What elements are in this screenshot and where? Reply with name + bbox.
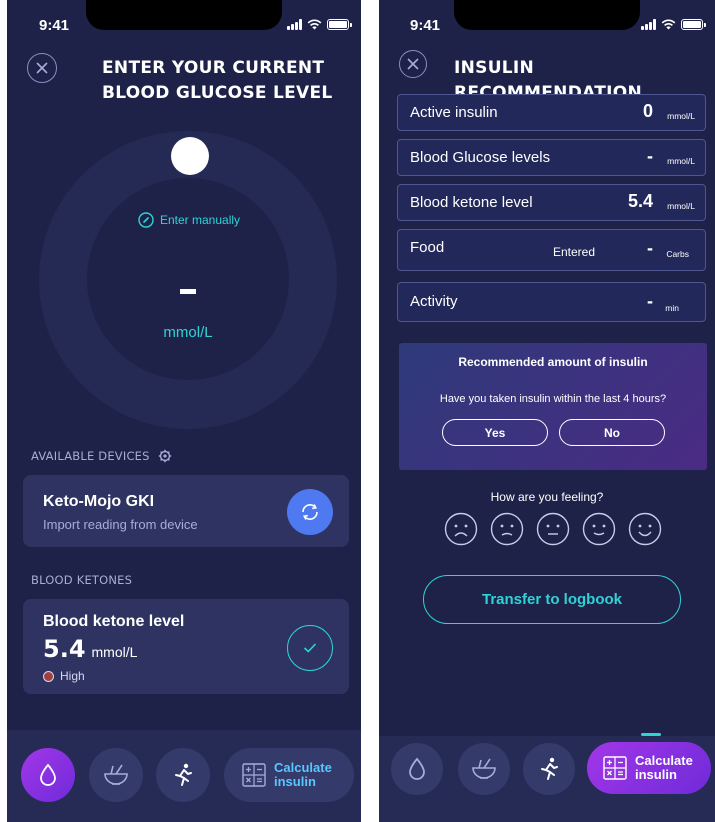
feeling-label: How are you feeling? [490, 490, 604, 504]
nav-glucose-button[interactable] [21, 748, 75, 802]
enter-manually-label: Enter manually [160, 213, 241, 227]
field-value: 5.4 [627, 191, 653, 211]
calculate-insulin-button[interactable]: Calculate insulin [587, 742, 711, 794]
field-unit: mmol/L [667, 111, 695, 121]
field-value: - [647, 146, 653, 166]
recommendation-title: Recommended amount of insulin [458, 355, 648, 369]
close-button[interactable] [399, 50, 427, 78]
gear-icon[interactable] [158, 449, 172, 463]
recommendation-card: Recommended amount of insulin Have you t… [399, 343, 707, 470]
bowl-icon [472, 758, 496, 779]
sad-face-icon[interactable] [490, 512, 524, 546]
drop-icon [40, 763, 56, 786]
field-label: Active insulin [410, 104, 498, 121]
yes-button[interactable]: Yes [442, 419, 548, 446]
status-time: 9:41 [410, 17, 441, 34]
glucose-entry-screen: 9:41 ENTER YOUR CURRENT BLOOD GLUCOSE LE… [7, 0, 361, 822]
running-icon [175, 763, 192, 786]
field-label: Blood ketone level [410, 194, 533, 211]
nav-glucose-button[interactable] [391, 743, 443, 795]
glucose-value-placeholder [180, 289, 196, 294]
ketone-unit: mmol/L [91, 644, 138, 660]
notch [454, 0, 640, 30]
nav-food-button[interactable] [89, 748, 143, 802]
recommendation-question: Have you taken insulin within the last 4… [439, 393, 667, 405]
field-unit: Carbs [666, 249, 689, 259]
nav-activity-button[interactable] [523, 743, 575, 795]
field-unit: min [665, 303, 679, 313]
insulin-recommendation-screen: 9:41 INSULIN RECOMMENDATION Active insul… [379, 0, 715, 822]
ketone-reading: 5.4 mmol/L [43, 635, 137, 663]
field-value: 0 [642, 101, 653, 121]
status-label: High [60, 669, 85, 683]
calculate-insulin-button[interactable]: Calculate insulin [224, 748, 354, 802]
field-label: Food [410, 239, 445, 256]
no-button[interactable]: No [559, 419, 665, 446]
neutral-face-icon[interactable] [536, 512, 570, 546]
device-name: Keto-Mojo GKI [43, 493, 155, 510]
notch [86, 0, 282, 30]
field-value: - [647, 238, 653, 258]
food-entered-label: Entered [553, 245, 596, 259]
device-subtitle: Import reading from device [43, 517, 198, 532]
calculate-insulin-label: Calculate insulin [274, 760, 332, 789]
calculator-icon [603, 756, 627, 780]
blood-ketones-label: BLOOD KETONES [31, 573, 133, 587]
battery-icon [327, 19, 352, 30]
available-devices-header: AVAILABLE DEVICES [31, 449, 172, 463]
ketone-card-title: Blood ketone level [43, 613, 185, 630]
mood-selector [444, 512, 662, 546]
status-icons [287, 19, 352, 30]
sync-button[interactable] [287, 489, 333, 535]
very-happy-face-icon[interactable] [628, 512, 662, 546]
wifi-icon [307, 19, 322, 30]
field-active-insulin[interactable]: Active insulin 0 mmol/L [397, 94, 706, 131]
confirm-button[interactable] [287, 625, 333, 671]
close-icon [407, 58, 419, 70]
bottom-nav: Calculate insulin [7, 730, 361, 822]
edit-icon [138, 212, 154, 228]
field-unit: mmol/L [667, 201, 695, 211]
battery-icon [681, 19, 706, 30]
available-devices-label: AVAILABLE DEVICES [31, 449, 150, 463]
check-icon [303, 643, 317, 653]
bowl-icon [104, 764, 128, 785]
device-card[interactable]: Keto-Mojo GKI Import reading from device [23, 475, 349, 547]
field-blood-glucose[interactable]: Blood Glucose levels - mmol/L [397, 139, 706, 176]
calculate-insulin-label: Calculate insulin [635, 753, 693, 782]
field-activity[interactable]: Activity - min [397, 282, 706, 322]
sync-icon [302, 504, 318, 520]
glucose-dial-center [87, 178, 289, 380]
field-food[interactable]: Food Entered - Carbs [397, 229, 706, 271]
ketone-value: 5.4 [43, 635, 86, 663]
field-value: - [647, 291, 653, 311]
very-sad-face-icon[interactable] [444, 512, 478, 546]
close-button[interactable] [27, 53, 57, 83]
status-icons [641, 19, 706, 30]
wifi-icon [661, 19, 676, 30]
field-label: Activity [410, 293, 458, 310]
field-label: Blood Glucose levels [410, 149, 551, 166]
transfer-to-logbook-button[interactable]: Transfer to logbook [423, 575, 681, 624]
signal-icon [287, 19, 302, 30]
dial-knob[interactable] [171, 137, 209, 175]
status-dot [43, 670, 54, 682]
happy-face-icon[interactable] [582, 512, 616, 546]
calculator-icon [242, 763, 266, 787]
page-title: ENTER YOUR CURRENT BLOOD GLUCOSE LEVEL [102, 58, 333, 103]
dial-unit: mmol/L [163, 324, 213, 341]
drop-icon [409, 757, 425, 780]
running-icon [541, 757, 558, 780]
ketone-card[interactable]: Blood ketone level 5.4 mmol/L High [23, 599, 349, 694]
field-unit: mmol/L [667, 156, 695, 166]
bottom-nav: Calculate insulin [379, 736, 715, 822]
nav-food-button[interactable] [458, 743, 510, 795]
nav-activity-button[interactable] [156, 748, 210, 802]
enter-manually-link[interactable]: Enter manually [138, 212, 240, 228]
signal-icon [641, 19, 656, 30]
ketone-status: High [43, 669, 85, 683]
status-time: 9:41 [39, 17, 70, 34]
field-blood-ketone[interactable]: Blood ketone level 5.4 mmol/L [397, 184, 706, 221]
close-icon [36, 62, 48, 74]
